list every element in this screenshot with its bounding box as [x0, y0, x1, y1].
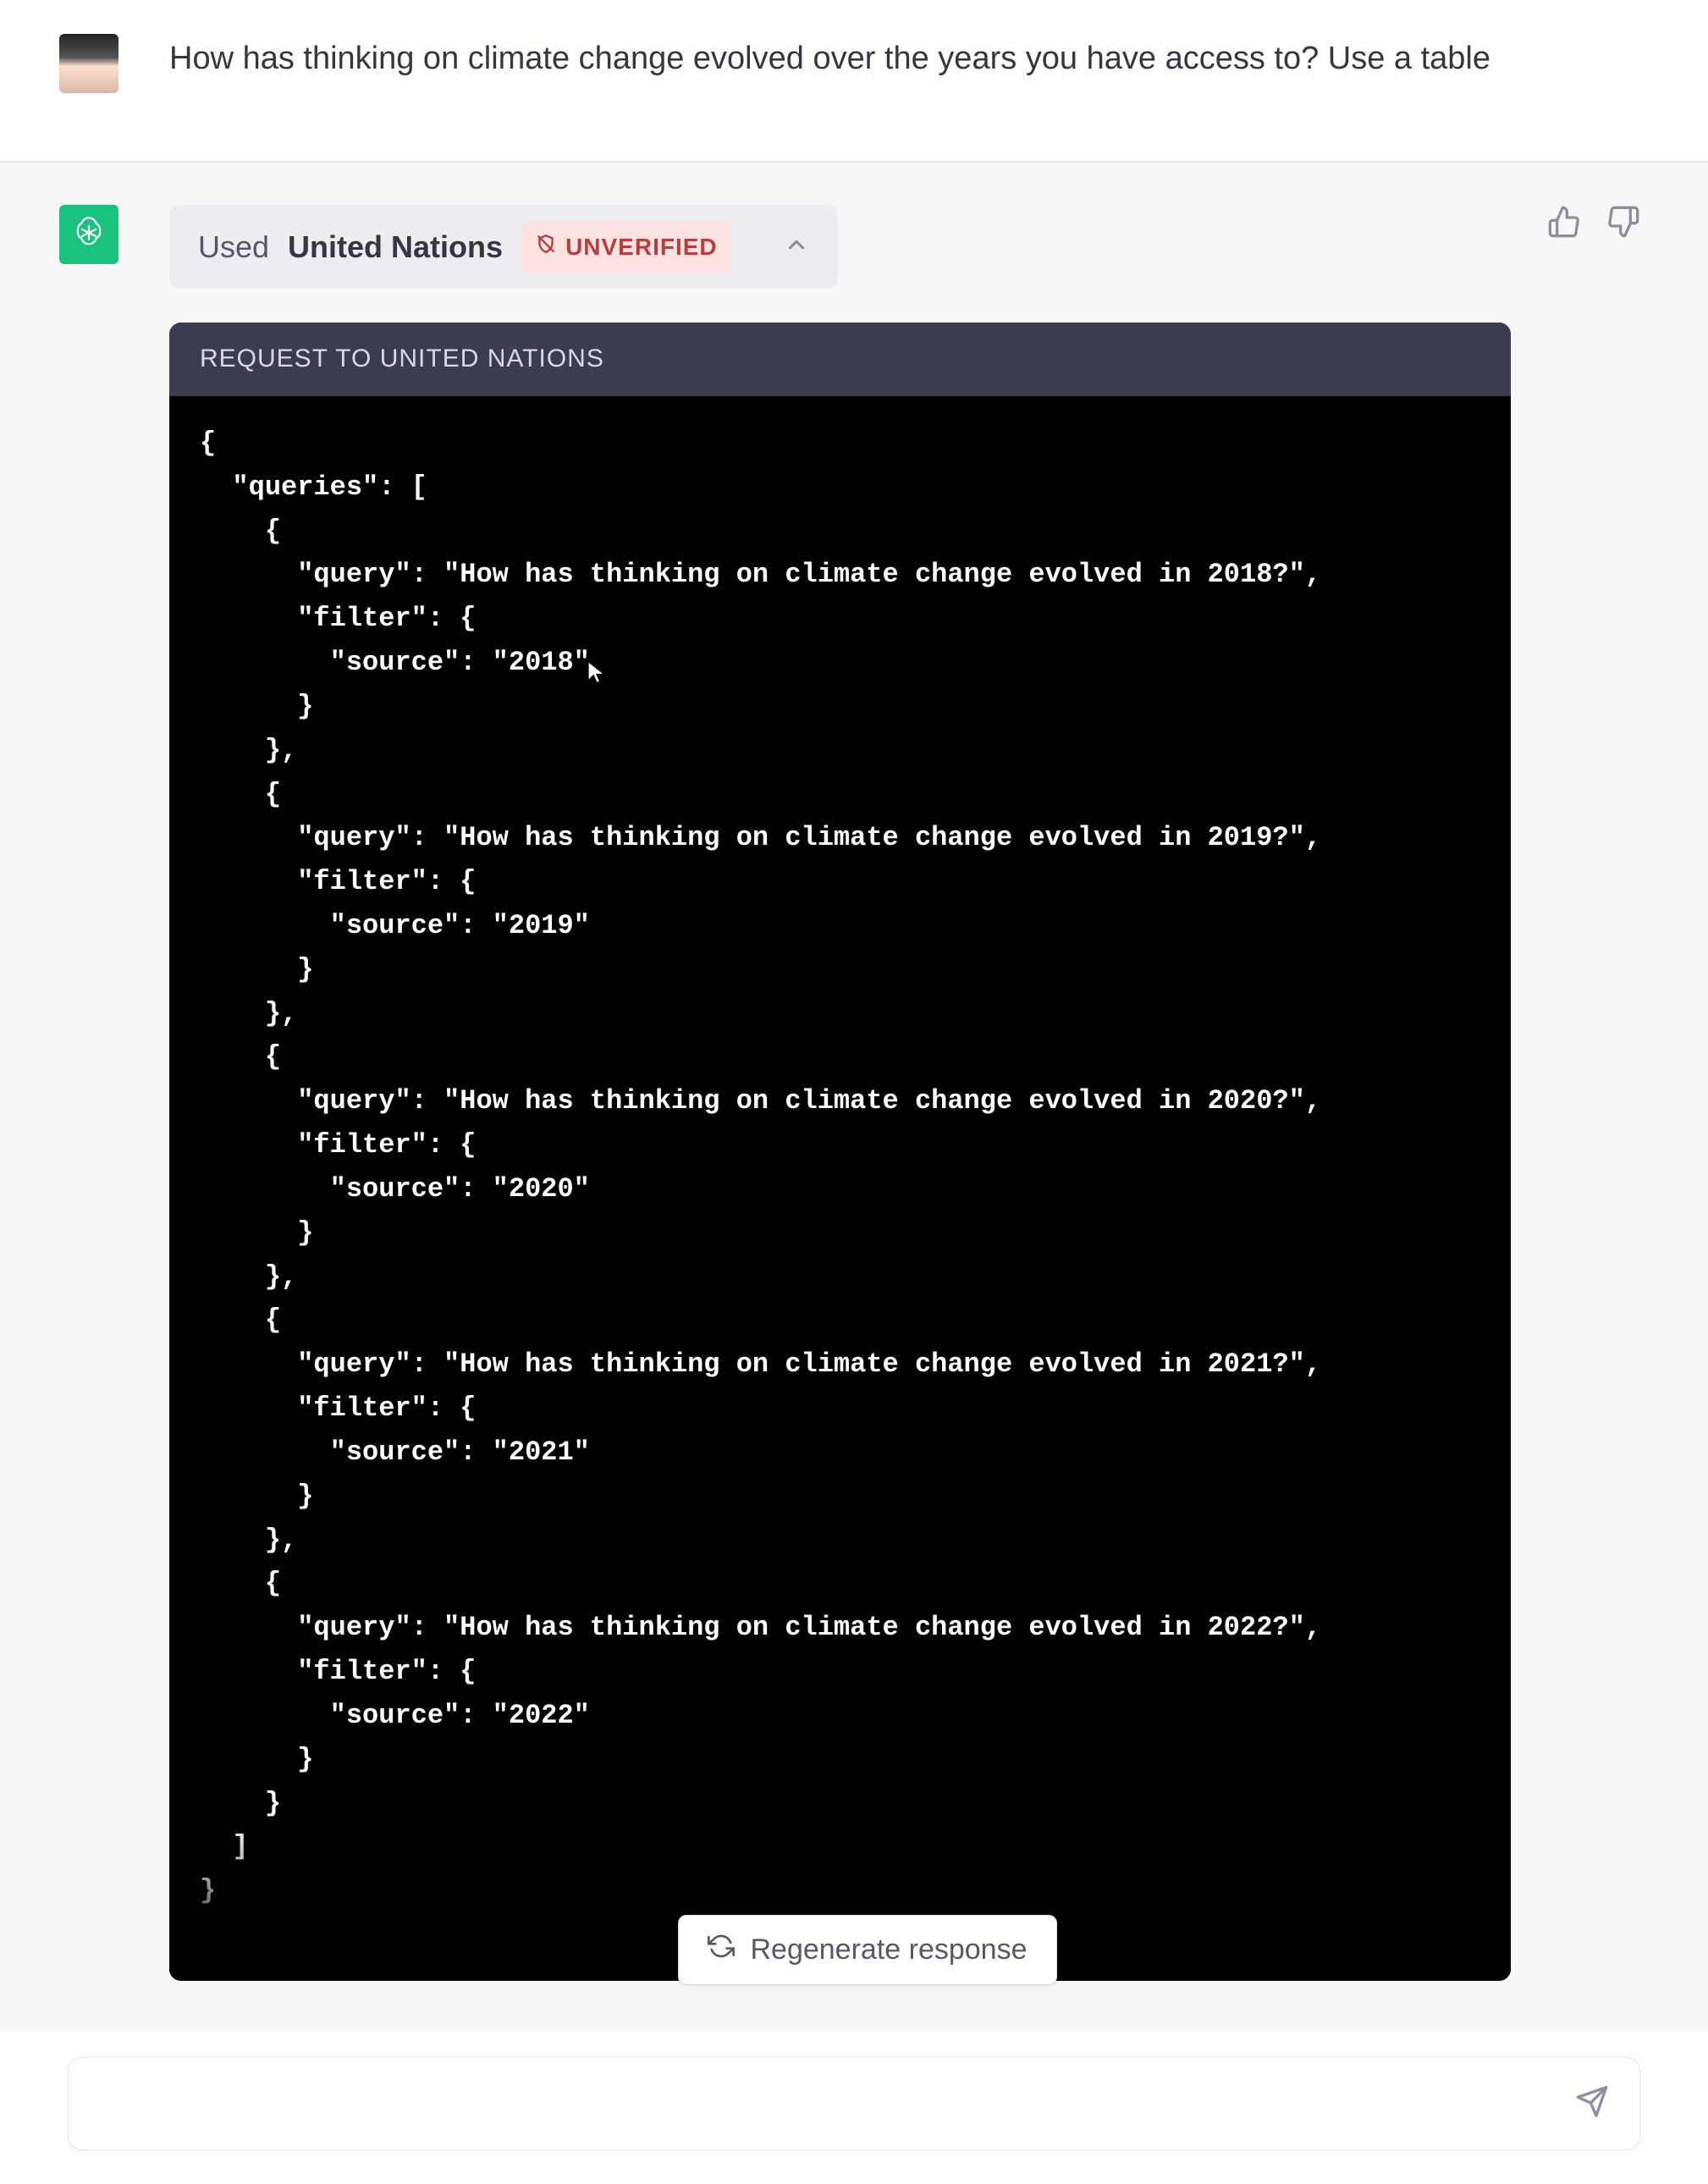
send-button[interactable] [1575, 2085, 1609, 2123]
refresh-icon [708, 1933, 735, 1967]
code-block: REQUEST TO UNITED NATIONS { "queries": [… [169, 323, 1511, 1981]
user-message-text: How has thinking on climate change evolv… [169, 34, 1566, 93]
unverified-badge: UNVERIFIED [521, 222, 731, 272]
send-icon [1575, 2108, 1609, 2122]
shield-off-icon [535, 229, 557, 265]
plugin-used-prefix: Used [198, 223, 269, 271]
code-block-header: REQUEST TO UNITED NATIONS [169, 323, 1511, 396]
unverified-badge-text: UNVERIFIED [565, 229, 718, 265]
chat-container: How has thinking on climate change evolv… [0, 0, 1708, 2184]
code-content: { "queries": [ { "query": "How has think… [200, 422, 1480, 1913]
message-assistant: Used United Nations UNVERIFIED [0, 162, 1708, 2032]
avatar [59, 205, 118, 264]
message-user: How has thinking on climate change evolv… [0, 0, 1708, 162]
regenerate-button[interactable]: Regenerate response [678, 1915, 1056, 1985]
composer-area [0, 2032, 1708, 2184]
openai-logo-icon [70, 214, 107, 256]
plugin-used-pill[interactable]: Used United Nations UNVERIFIED [169, 205, 838, 289]
thumbs-up-icon[interactable] [1547, 205, 1581, 243]
feedback-buttons [1547, 205, 1640, 243]
message-input[interactable] [102, 2083, 1555, 2118]
regenerate-label: Regenerate response [750, 1933, 1027, 1966]
chevron-up-icon [784, 223, 809, 271]
plugin-name: United Nations [288, 223, 503, 271]
assistant-body: Used United Nations UNVERIFIED [169, 205, 1566, 1981]
code-block-body: { "queries": [ { "query": "How has think… [169, 396, 1511, 1981]
composer[interactable] [68, 2057, 1640, 2150]
thumbs-down-icon[interactable] [1606, 205, 1640, 243]
avatar [59, 34, 118, 93]
